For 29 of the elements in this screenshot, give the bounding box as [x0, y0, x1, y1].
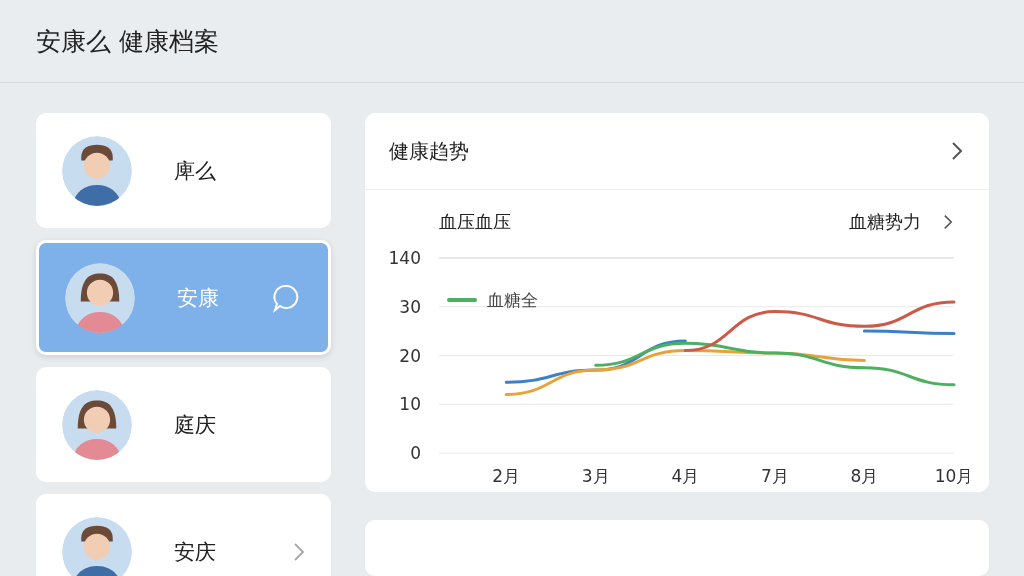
person-card[interactable]: 安庆: [36, 494, 331, 576]
avatar-icon: [62, 135, 132, 206]
axis-tick-label: 3月: [581, 466, 610, 486]
axis-tick-label: 30: [399, 296, 421, 317]
axis-tick-label: 8月: [850, 466, 879, 486]
person-card[interactable]: 庳么: [36, 113, 331, 228]
person-card[interactable]: 庭庆: [36, 367, 331, 482]
axis-tick-label: 2月: [492, 466, 521, 486]
axis-tick-label: 4月: [671, 466, 700, 486]
axis-tick-label: 10: [399, 394, 421, 415]
avatar-icon: [65, 262, 135, 333]
card-title: 健康趋势: [389, 137, 469, 165]
person-name: 安庆: [174, 538, 217, 566]
axis-tick-label: 0: [410, 443, 421, 463]
axis-tick-label: 10月: [934, 466, 969, 486]
chart-subtitle: 血压血压: [439, 210, 511, 234]
chart-link[interactable]: 血糖势力: [849, 210, 921, 234]
chevron-icon[interactable]: [943, 214, 953, 230]
avatar-icon: [62, 516, 132, 576]
axis-tick-label: 20: [399, 345, 421, 366]
person-name: 庭庆: [174, 411, 217, 439]
avatar-icon: [62, 389, 132, 460]
person-name: 庳么: [174, 157, 217, 185]
chevron-icon[interactable]: [951, 141, 963, 161]
axis-tick-label: 7月: [760, 466, 789, 486]
page-title: 安康么 健康档案: [36, 25, 219, 58]
legend-label: 血糖全: [487, 290, 538, 310]
axis-label: 140: [388, 248, 421, 268]
person-name: 安康: [177, 284, 220, 312]
